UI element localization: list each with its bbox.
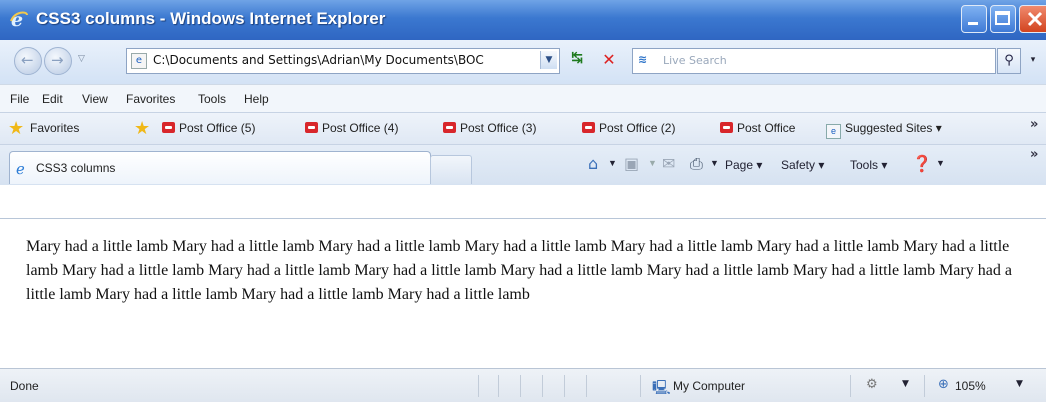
- status-divider: [542, 375, 543, 397]
- fav-label: Suggested Sites ▾: [845, 121, 942, 135]
- address-bar[interactable]: e C:\Documents and Settings\Adrian\My Do…: [126, 48, 560, 74]
- post-office-icon: [443, 122, 456, 133]
- close-icon: [1027, 11, 1043, 27]
- forward-button[interactable]: →: [44, 47, 72, 75]
- search-box[interactable]: ≋ Live Search: [632, 48, 996, 74]
- favorites-button[interactable]: Favorites: [30, 121, 79, 135]
- page-text: Mary had a little lamb Mary had a little…: [26, 238, 1012, 303]
- address-dropdown-button[interactable]: ▼: [540, 51, 557, 69]
- search-icon: ⚲: [1004, 53, 1014, 68]
- menu-edit[interactable]: Edit: [42, 92, 63, 106]
- favorites-star-icon: ★: [8, 118, 25, 139]
- window-title: CSS3 columns - Windows Internet Explorer: [36, 9, 386, 28]
- search-button[interactable]: ⚲: [997, 48, 1021, 74]
- search-options-button[interactable]: ▾: [1024, 48, 1042, 72]
- help-dropdown[interactable]: ▼: [936, 158, 945, 168]
- protected-mode-icon[interactable]: ⚙: [866, 377, 878, 392]
- status-divider: [478, 375, 479, 397]
- refresh-button[interactable]: ↹: [566, 50, 588, 72]
- maximize-icon: [995, 11, 1010, 25]
- address-url[interactable]: C:\Documents and Settings\Adrian\My Docu…: [153, 53, 533, 67]
- stop-button[interactable]: ✕: [598, 50, 620, 72]
- status-divider: [520, 375, 521, 397]
- favorites-bar: ★ Favorites ★ Post Office (5) Post Offic…: [0, 112, 1046, 145]
- fav-label: Post Office (4): [322, 121, 399, 135]
- menu-view[interactable]: View: [82, 92, 108, 106]
- tab-css3-columns[interactable]: ℯ CSS3 columns: [9, 151, 431, 184]
- new-tab-button[interactable]: [430, 155, 472, 184]
- back-button[interactable]: ←: [14, 47, 42, 75]
- live-search-icon: ≋: [638, 53, 648, 66]
- home-icon[interactable]: ⌂: [588, 154, 598, 173]
- ie-logo-icon: e: [10, 9, 28, 29]
- feeds-icon[interactable]: ▣: [624, 154, 639, 173]
- status-divider: [924, 375, 925, 397]
- menu-bar: File Edit View Favorites Tools Help: [0, 84, 1046, 113]
- help-icon[interactable]: ❓: [912, 154, 932, 173]
- browser-window: e CSS3 columns - Windows Internet Explor…: [0, 0, 1046, 402]
- refresh-icon: ↹: [571, 50, 583, 66]
- mail-icon[interactable]: ✉: [662, 154, 675, 173]
- status-text: Done: [10, 379, 39, 393]
- fav-suggested-sites[interactable]: e Suggested Sites ▾: [826, 121, 942, 139]
- tab-bar: ℯ CSS3 columns ⌂ ▼ ▣ ▼ ✉ ⎙ ▼ Page ▾ Safe…: [0, 144, 1046, 185]
- status-bar: Done 🖳 My Computer ⚙ ▼ ⊕ 105% ▼: [0, 368, 1046, 402]
- tab-label: CSS3 columns: [36, 161, 116, 175]
- feeds-dropdown[interactable]: ▼: [648, 158, 657, 168]
- print-icon[interactable]: ⎙: [690, 154, 703, 174]
- post-office-icon: [305, 122, 318, 133]
- zoom-dropdown[interactable]: ▼: [1016, 379, 1023, 389]
- close-button[interactable]: [1019, 5, 1046, 33]
- maximize-button[interactable]: [990, 5, 1016, 33]
- forward-arrow-icon: →: [51, 51, 64, 69]
- status-divider: [850, 375, 851, 397]
- fav-post-office-4[interactable]: Post Office (4): [305, 121, 398, 135]
- fav-label: Post Office (5): [179, 121, 256, 135]
- fav-label: Post Office: [737, 121, 796, 135]
- menu-tools[interactable]: Tools: [198, 92, 226, 106]
- status-divider: [586, 375, 587, 397]
- tools-menu-button[interactable]: Tools ▾: [850, 158, 887, 172]
- menu-help[interactable]: Help: [244, 92, 269, 106]
- post-office-icon: [162, 122, 175, 133]
- post-office-icon: [720, 122, 733, 133]
- fav-post-office-3[interactable]: Post Office (3): [443, 121, 536, 135]
- favorites-overflow-chevron-icon[interactable]: »: [1030, 117, 1038, 132]
- command-overflow-chevron-icon[interactable]: »: [1030, 147, 1038, 162]
- suggested-sites-icon: e: [826, 124, 841, 139]
- title-bar: e CSS3 columns - Windows Internet Explor…: [0, 0, 1046, 40]
- post-office-icon: [582, 122, 595, 133]
- fav-post-office-5[interactable]: Post Office (5): [162, 121, 255, 135]
- page-content: Mary had a little lamb Mary had a little…: [0, 218, 1046, 369]
- zoom-level[interactable]: 105%: [955, 379, 986, 393]
- page-icon: e: [131, 53, 147, 69]
- security-zone[interactable]: My Computer: [673, 379, 745, 393]
- computer-icon: 🖳: [652, 380, 671, 396]
- home-dropdown[interactable]: ▼: [608, 158, 617, 168]
- fav-label: Post Office (3): [460, 121, 537, 135]
- status-divider: [564, 375, 565, 397]
- minimize-button[interactable]: [961, 5, 987, 33]
- menu-file[interactable]: File: [10, 92, 29, 106]
- fav-post-office-2[interactable]: Post Office (2): [582, 121, 675, 135]
- search-placeholder[interactable]: Live Search: [663, 54, 727, 67]
- navigation-bar: ← → ▽ e C:\Documents and Settings\Adrian…: [0, 40, 1046, 84]
- zoom-icon: ⊕: [938, 377, 949, 392]
- add-favorites-icon[interactable]: ★: [134, 118, 150, 139]
- ie-page-icon: ℯ: [16, 160, 25, 178]
- minimize-icon: [968, 22, 978, 25]
- page-menu-button[interactable]: Page ▾: [725, 158, 762, 172]
- status-divider: [640, 375, 641, 397]
- safety-menu-button[interactable]: Safety ▾: [781, 158, 824, 172]
- menu-favorites[interactable]: Favorites: [126, 92, 175, 106]
- fav-label: Post Office (2): [599, 121, 676, 135]
- stop-icon: ✕: [602, 50, 616, 69]
- fav-post-office[interactable]: Post Office: [720, 121, 795, 135]
- back-arrow-icon: ←: [21, 51, 34, 69]
- recent-pages-dropdown[interactable]: ▽: [78, 54, 85, 64]
- print-dropdown[interactable]: ▼: [710, 158, 719, 168]
- status-divider: [498, 375, 499, 397]
- protected-mode-dropdown[interactable]: ▼: [902, 379, 909, 389]
